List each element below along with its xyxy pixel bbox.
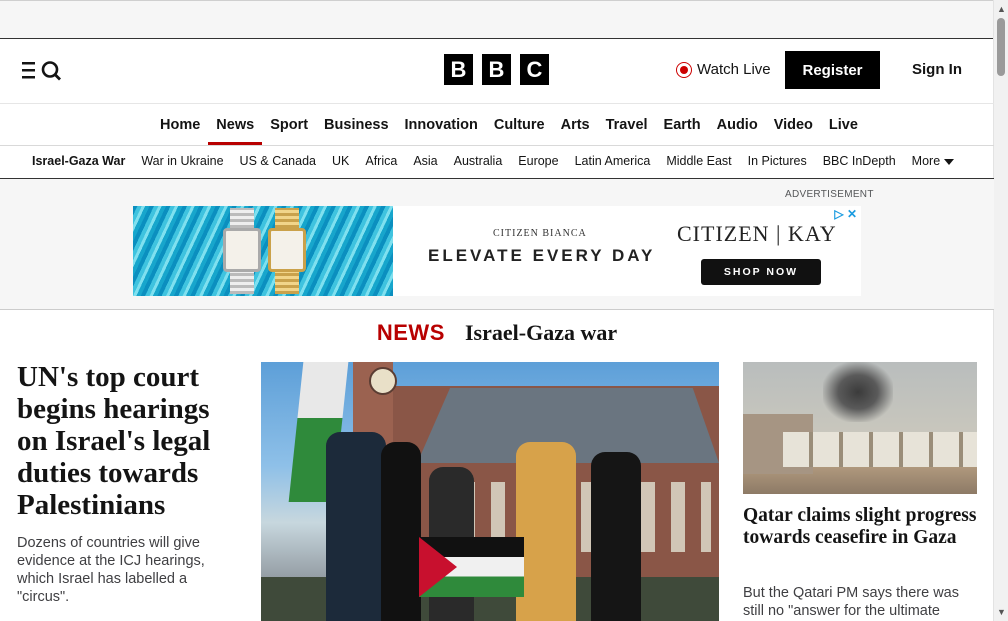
menu-icon [22,61,61,81]
scroll-down-arrow-icon[interactable]: ▼ [997,607,1006,617]
nav-item-news[interactable]: News [208,104,263,145]
register-button[interactable]: Register [785,51,880,89]
clock-icon [369,367,397,395]
advertisement-band: ADVERTISEMENT CITIZEN BIANCA ELEVATE EVE… [0,179,994,310]
ad-artwork [133,206,393,296]
subnav-item-us-canada[interactable]: US & Canada [232,146,324,177]
chevron-down-icon [944,158,955,165]
nav-item-earth[interactable]: Earth [656,104,709,145]
subnav-item-bbc-indepth[interactable]: BBC InDepth [815,146,904,177]
nav-item-home[interactable]: Home [152,104,208,145]
police-officer-silhouette [591,452,641,621]
subnav-item-israel-gaza-war[interactable]: Israel-Gaza War [24,146,133,177]
subnav-item-africa[interactable]: Africa [357,146,405,177]
advertisement-banner[interactable]: CITIZEN BIANCA ELEVATE EVERY DAY CITIZEN… [133,206,861,296]
nav-item-arts[interactable]: Arts [553,104,598,145]
subnav-item-war-in-ukraine[interactable]: War in Ukraine [133,146,231,177]
site-header: B B C Watch Live Register Sign In [0,38,994,104]
person-silhouette [516,442,576,621]
nav-item-business[interactable]: Business [316,104,396,145]
scrollbar-thumb[interactable] [997,18,1005,76]
search-icon [41,61,61,81]
police-officer-silhouette [381,442,421,621]
ad-slogan: ELEVATE EVERY DAY [428,246,656,265]
lead-story-headline[interactable]: UN's top court begins hearings on Israel… [17,361,247,521]
logo-letter-3: C [520,54,549,85]
adchoices-icon[interactable]: ▷ ✕ [834,207,857,221]
section-topic[interactable]: Israel-Gaza war [465,320,617,345]
scrollbar[interactable]: ▲ ▼ [993,0,1008,621]
watch-live-label: Watch Live [697,61,771,78]
subnav-item-latin-america[interactable]: Latin America [567,146,659,177]
bbc-logo[interactable]: B B C [444,54,549,85]
nav-item-audio[interactable]: Audio [709,104,766,145]
more-label: More [911,154,941,168]
logo-letter-1: B [444,54,473,85]
subnav-item-uk[interactable]: UK [324,146,357,177]
subnav-item-middle-east[interactable]: Middle East [658,146,739,177]
section-heading: NEWS Israel-Gaza war [0,320,994,346]
live-icon [676,61,692,78]
side-story-headline[interactable]: Qatar claims slight progress towards cea… [743,505,983,549]
browser-top-strip [0,0,994,39]
subnav-item-australia[interactable]: Australia [446,146,511,177]
held-flag-image [419,537,524,597]
scroll-up-arrow-icon[interactable]: ▲ [997,4,1006,14]
nav-item-innovation[interactable]: Innovation [397,104,486,145]
silver-watch-image [221,208,263,294]
ad-brands: CITIZEN | KAY [677,221,837,246]
subnav-item-in-pictures[interactable]: In Pictures [740,146,815,177]
subnav-item-europe[interactable]: Europe [510,146,566,177]
nav-item-sport[interactable]: Sport [262,104,316,145]
nav-item-video[interactable]: Video [766,104,821,145]
logo-letter-2: B [482,54,511,85]
ad-brand-line: CITIZEN BIANCA [493,228,587,239]
main-navigation: Home News Sport Business Innovation Cult… [0,104,994,146]
side-story-image[interactable] [743,362,977,494]
watch-live-link[interactable]: Watch Live [676,61,771,78]
sub-navigation: Israel-Gaza War War in Ukraine US & Cana… [0,146,994,179]
lead-story-summary: Dozens of countries will give evidence a… [17,535,205,605]
gold-watch-image [266,208,308,294]
nav-item-travel[interactable]: Travel [598,104,656,145]
advertisement-label: ADVERTISEMENT [785,189,874,200]
nav-item-culture[interactable]: Culture [486,104,553,145]
subnav-item-asia[interactable]: Asia [405,146,445,177]
sign-in-link[interactable]: Sign In [912,61,962,78]
tents [783,432,977,467]
lead-story-image[interactable] [261,362,719,621]
nav-item-live[interactable]: Live [821,104,866,145]
smoke-plume [823,362,893,422]
shop-now-button[interactable]: SHOP NOW [701,259,821,285]
side-story-summary: But the Qatari PM says there was still n… [743,585,959,619]
section-label: NEWS [376,320,445,345]
menu-search-button[interactable] [22,58,62,82]
person-silhouette [326,432,386,621]
subnav-more-button[interactable]: More [904,146,962,177]
